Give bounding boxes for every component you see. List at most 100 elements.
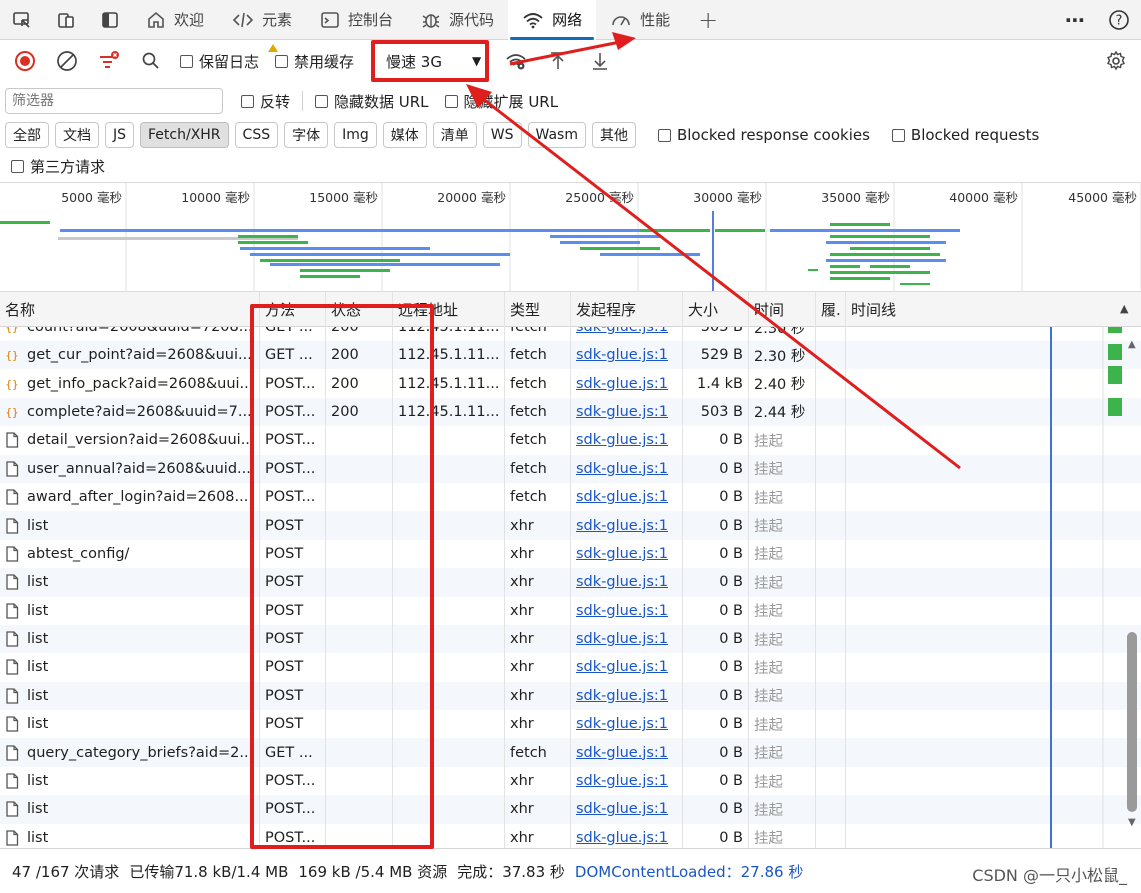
cell-size: 0 B	[683, 511, 749, 539]
cell-initiator[interactable]: sdk-glue.js:1	[571, 824, 683, 848]
type-chip[interactable]: Img	[334, 122, 377, 148]
tab-console[interactable]: 控制台	[306, 0, 407, 40]
preserve-log-checkbox[interactable]: 保留日志	[172, 51, 267, 72]
cell-size: 0 B	[683, 682, 749, 710]
network-conditions-button[interactable]	[495, 42, 537, 80]
column-header[interactable]: 类型	[505, 292, 571, 327]
network-settings-button[interactable]	[1095, 42, 1137, 80]
cell-initiator[interactable]: sdk-glue.js:1	[571, 767, 683, 795]
network-overview-timeline[interactable]: 5000 毫秒 10000 毫秒 15000 毫秒 20000 毫秒 25000 毫秒 3…	[0, 182, 1141, 292]
cell-initiator[interactable]: sdk-glue.js:1	[571, 568, 683, 596]
scrollbar[interactable]: ▲ ▼	[1122, 327, 1141, 848]
cell-text: user_annual?aid=2608&uuid...	[27, 460, 250, 477]
cell-initiator[interactable]: sdk-glue.js:1	[571, 327, 683, 341]
cell-text: fetch	[510, 375, 547, 392]
cell-initiator[interactable]: sdk-glue.js:1	[571, 738, 683, 766]
import-har-button[interactable]	[537, 42, 579, 80]
tab-welcome[interactable]: 欢迎	[132, 0, 218, 40]
blocked-cookies-checkbox[interactable]: Blocked response cookies	[650, 126, 878, 144]
more-options-icon[interactable]: ⋯	[1053, 0, 1097, 40]
type-chip[interactable]: CSS	[234, 122, 279, 148]
type-chip[interactable]: 清单	[432, 122, 477, 148]
throttle-select[interactable]: 慢速 3G ▼	[362, 51, 495, 72]
column-header[interactable]: 时间	[749, 292, 816, 327]
dock-sidebar-icon[interactable]	[88, 0, 132, 40]
cell-initiator[interactable]: sdk-glue.js:1	[571, 625, 683, 653]
cell-size: 0 B	[683, 653, 749, 681]
cell-text: fetch	[510, 327, 547, 336]
cell-name: {} complete?aid=2608&uuid=7...	[0, 398, 250, 426]
cell-text: 1.4 kB	[696, 375, 743, 392]
cell-initiator[interactable]: sdk-glue.js:1	[571, 369, 683, 397]
blocked-requests-checkbox[interactable]: Blocked requests	[884, 126, 1047, 144]
cell-initiator[interactable]: sdk-glue.js:1	[571, 483, 683, 511]
cell-text: POST...	[265, 432, 316, 449]
hide-extension-url-checkbox[interactable]: 隐藏扩展 URL	[437, 91, 567, 112]
filter-input[interactable]	[5, 88, 223, 114]
document-file-icon	[5, 574, 27, 590]
cell-initiator[interactable]: sdk-glue.js:1	[571, 795, 683, 823]
cell-size: 0 B	[683, 455, 749, 483]
cell-initiator[interactable]: sdk-glue.js:1	[571, 710, 683, 738]
column-header[interactable]: 方法	[260, 292, 326, 327]
column-header[interactable]: 名称	[0, 292, 250, 327]
clear-button[interactable]	[46, 42, 88, 80]
column-header[interactable]: 远程地址	[393, 292, 505, 327]
cell-initiator[interactable]: sdk-glue.js:1	[571, 597, 683, 625]
cell-time: 挂起	[749, 710, 816, 738]
add-tab-button[interactable]: +	[684, 0, 732, 40]
download-icon	[593, 53, 608, 70]
cell-text: detail_version?aid=2608&uui...	[27, 432, 250, 449]
cell-initiator[interactable]: sdk-glue.js:1	[571, 455, 683, 483]
inspect-icon[interactable]	[0, 0, 44, 40]
bug-icon	[421, 10, 441, 30]
type-chip[interactable]: 媒体	[382, 122, 427, 148]
cell-initiator[interactable]: sdk-glue.js:1	[571, 511, 683, 539]
cell-text: xhr	[510, 716, 534, 733]
checkbox-box	[444, 94, 458, 108]
type-chip[interactable]: JS	[105, 122, 135, 148]
column-header[interactable]: 大小	[683, 292, 749, 327]
type-chip[interactable]: 字体	[284, 122, 329, 148]
tab-network[interactable]: 网络	[508, 0, 597, 40]
column-header[interactable]: 状态	[326, 292, 393, 327]
cell-initiator[interactable]: sdk-glue.js:1	[571, 398, 683, 426]
overview-request-bar	[640, 229, 710, 232]
scrollbar-thumb[interactable]	[1127, 632, 1137, 812]
overview-request-bar	[830, 223, 890, 226]
cell-text: sdk-glue.js:1	[576, 327, 669, 336]
type-chip[interactable]: Fetch/XHR	[140, 122, 229, 148]
invert-checkbox[interactable]: 反转	[233, 91, 298, 112]
cell-initiator[interactable]: sdk-glue.js:1	[571, 682, 683, 710]
sort-icon[interactable]: ▲	[1120, 302, 1128, 315]
type-chip[interactable]: WS	[482, 122, 522, 148]
cell-initiator[interactable]: sdk-glue.js:1	[571, 540, 683, 568]
cell-method: GET ...	[260, 738, 326, 766]
hide-data-url-checkbox[interactable]: 隐藏数据 URL	[307, 91, 437, 112]
type-chip[interactable]: Wasm	[527, 122, 586, 148]
cell-initiator[interactable]: sdk-glue.js:1	[571, 426, 683, 454]
overview-request-bar	[300, 275, 360, 278]
tab-performance[interactable]: 性能	[596, 0, 684, 40]
type-chip[interactable]: 文档	[55, 122, 99, 148]
third-party-checkbox[interactable]: 第三方请求	[5, 156, 113, 177]
type-chip[interactable]: 其他	[591, 122, 636, 148]
tab-elements[interactable]: 元素	[218, 0, 306, 40]
cell-method: POST...	[260, 369, 326, 397]
tab-sources[interactable]: 源代码	[407, 0, 508, 40]
record-button[interactable]	[4, 42, 46, 80]
help-icon[interactable]: ?	[1097, 0, 1141, 40]
column-header[interactable]: 时间线	[846, 292, 1116, 327]
checkbox-box	[241, 94, 254, 108]
filter-toggle-button[interactable]	[88, 42, 130, 80]
export-har-button[interactable]	[579, 42, 621, 80]
column-header[interactable]: 履.	[816, 292, 846, 327]
type-chip[interactable]: 全部	[5, 122, 49, 148]
cell-initiator[interactable]: sdk-glue.js:1	[571, 653, 683, 681]
cell-initiator[interactable]: sdk-glue.js:1	[571, 341, 683, 369]
cell-method: POST	[260, 568, 326, 596]
disable-cache-checkbox[interactable]: 禁用缓存	[267, 51, 362, 72]
column-header[interactable]: 发起程序	[571, 292, 683, 327]
search-button[interactable]	[130, 42, 172, 80]
device-emulation-icon[interactable]	[44, 0, 88, 40]
